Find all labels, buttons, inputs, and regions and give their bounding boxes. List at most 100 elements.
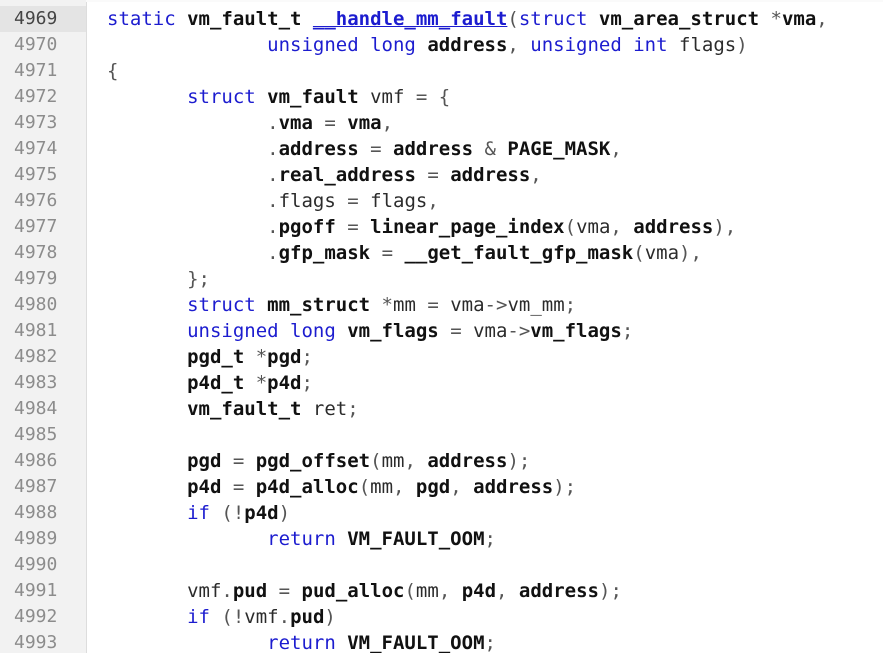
code-token: ) xyxy=(278,502,291,524)
code-text: .pgoff = linear_page_index(vma, address)… xyxy=(107,214,736,240)
code-token: pgd_offset xyxy=(255,450,371,472)
code-line[interactable]: 4971 { xyxy=(0,58,883,84)
code-text: if (!p4d) xyxy=(107,500,290,526)
code-token: address xyxy=(393,138,474,160)
code-line[interactable]: 4974 .address = address & PAGE_MASK, xyxy=(0,136,883,162)
code-token: gfp_mask xyxy=(278,242,371,264)
code-line[interactable]: 4984 vm_fault_t ret; xyxy=(0,396,883,422)
line-number: 4991 xyxy=(14,580,58,601)
code-token: unsigned xyxy=(187,320,291,342)
code-line[interactable]: 4976 .flags = flags, xyxy=(0,188,883,214)
code-token: -> xyxy=(507,320,531,342)
code-line[interactable]: 4988 if (!p4d) xyxy=(0,500,883,526)
code-line[interactable]: 4992 if (!vmf.pud) xyxy=(0,604,883,630)
code-token: = xyxy=(415,164,451,186)
code-token: pgoff xyxy=(278,216,336,238)
code-token: mm xyxy=(393,294,416,316)
code-token: ) xyxy=(324,606,336,628)
code-token: vm_mm xyxy=(507,294,565,316)
editor-top-edge xyxy=(86,0,883,2)
code-line[interactable]: 4985 xyxy=(0,422,883,448)
code-token: vma xyxy=(278,112,313,134)
code-token: struct xyxy=(187,86,268,108)
line-number: 4975 xyxy=(14,164,58,185)
line-number: 4978 xyxy=(14,242,58,263)
code-token: = xyxy=(221,476,256,498)
code-token: struct xyxy=(518,8,599,30)
code-text: p4d_t *p4d; xyxy=(107,370,313,396)
code-text: .real_address = address, xyxy=(107,162,542,188)
code-token: real_address xyxy=(278,164,416,186)
code-token: pgd_t xyxy=(187,346,245,368)
code-line[interactable]: 4979 }; xyxy=(0,266,883,292)
code-token: p4d xyxy=(187,476,222,498)
code-line[interactable]: 4973 .vma = vma, xyxy=(0,110,883,136)
line-number: 4988 xyxy=(14,502,58,523)
code-token: address xyxy=(450,164,531,186)
code-line[interactable]: 4982 pgd_t *pgd; xyxy=(0,344,883,370)
line-number: 4987 xyxy=(14,476,58,497)
code-token: { xyxy=(107,60,119,82)
code-token: ); xyxy=(599,580,622,602)
code-editor[interactable]: 4969 static vm_fault_t __handle_mm_fault(… xyxy=(0,0,883,653)
code-line[interactable]: 4989 return VM_FAULT_OOM; xyxy=(0,526,883,552)
code-token: vma xyxy=(473,320,508,342)
code-line[interactable]: 4990 xyxy=(0,552,883,578)
code-token: & xyxy=(473,138,508,160)
code-line[interactable]: 4983 p4d_t *p4d; xyxy=(0,370,883,396)
code-line[interactable]: 4991 vmf.pud = pud_alloc(mm, p4d, addres… xyxy=(0,578,883,604)
code-text: if (!vmf.pud) xyxy=(107,604,336,630)
code-token: unsigned xyxy=(267,34,371,56)
code-token: address xyxy=(427,34,508,56)
code-token: p4d xyxy=(244,502,279,524)
code-line[interactable]: 4986 pgd = pgd_offset(mm, address); xyxy=(0,448,883,474)
code-token: ), xyxy=(713,216,737,238)
code-text: unsigned long vm_flags = vma->vm_flags; xyxy=(107,318,633,344)
code-token: ( xyxy=(633,242,645,264)
code-token: long xyxy=(290,320,348,342)
code-token: pud xyxy=(232,580,268,602)
code-token: vma xyxy=(644,242,680,264)
code-line[interactable]: 4977 .pgoff = linear_page_index(vma, add… xyxy=(0,214,883,240)
code-text: { xyxy=(107,58,118,84)
code-token: ); xyxy=(507,450,531,472)
code-token: = xyxy=(335,216,371,238)
code-token: ); xyxy=(553,476,577,498)
code-line[interactable]: 4980 struct mm_struct *mm = vma->vm_mm; xyxy=(0,292,883,318)
code-token: __handle_mm_fault xyxy=(312,8,508,30)
code-token: = xyxy=(221,450,256,472)
code-token: vm_fault_t xyxy=(187,398,302,420)
code-line[interactable]: 4978 .gfp_mask = __get_fault_gfp_mask(vm… xyxy=(0,240,883,266)
code-line[interactable]: 4981 unsigned long vm_flags = vma->vm_fl… xyxy=(0,318,883,344)
code-token: * xyxy=(244,346,268,368)
code-token: pgd xyxy=(415,476,451,498)
code-token: , xyxy=(507,34,531,56)
code-line[interactable]: 4972 struct vm_fault vmf = { xyxy=(0,84,883,110)
code-token: , xyxy=(427,190,439,212)
code-token: pgd xyxy=(187,450,222,472)
code-line[interactable]: 4987 p4d = p4d_alloc(mm, pgd, address); xyxy=(0,474,883,500)
code-line[interactable]: 4993 return VM_FAULT_OOM; xyxy=(0,630,883,653)
code-token: ; xyxy=(301,372,313,394)
code-token: vm_area_struct xyxy=(598,8,760,30)
code-token: ; xyxy=(301,346,313,368)
code-line[interactable]: 4969 static vm_fault_t __handle_mm_fault(… xyxy=(0,6,883,32)
line-number: 4985 xyxy=(14,424,58,445)
code-line[interactable]: 4975 .real_address = address, xyxy=(0,162,883,188)
code-token: = xyxy=(438,320,474,342)
code-text: struct mm_struct *mm = vma->vm_mm; xyxy=(107,292,576,318)
code-token: flags xyxy=(370,190,428,212)
line-number: 4974 xyxy=(14,138,58,159)
line-number: 4972 xyxy=(14,86,58,107)
code-line[interactable]: 4970 unsigned long address, unsigned int… xyxy=(0,32,883,58)
code-token: linear_page_index xyxy=(370,216,565,238)
line-number: 4971 xyxy=(14,60,58,81)
code-token: unsigned xyxy=(530,34,634,56)
